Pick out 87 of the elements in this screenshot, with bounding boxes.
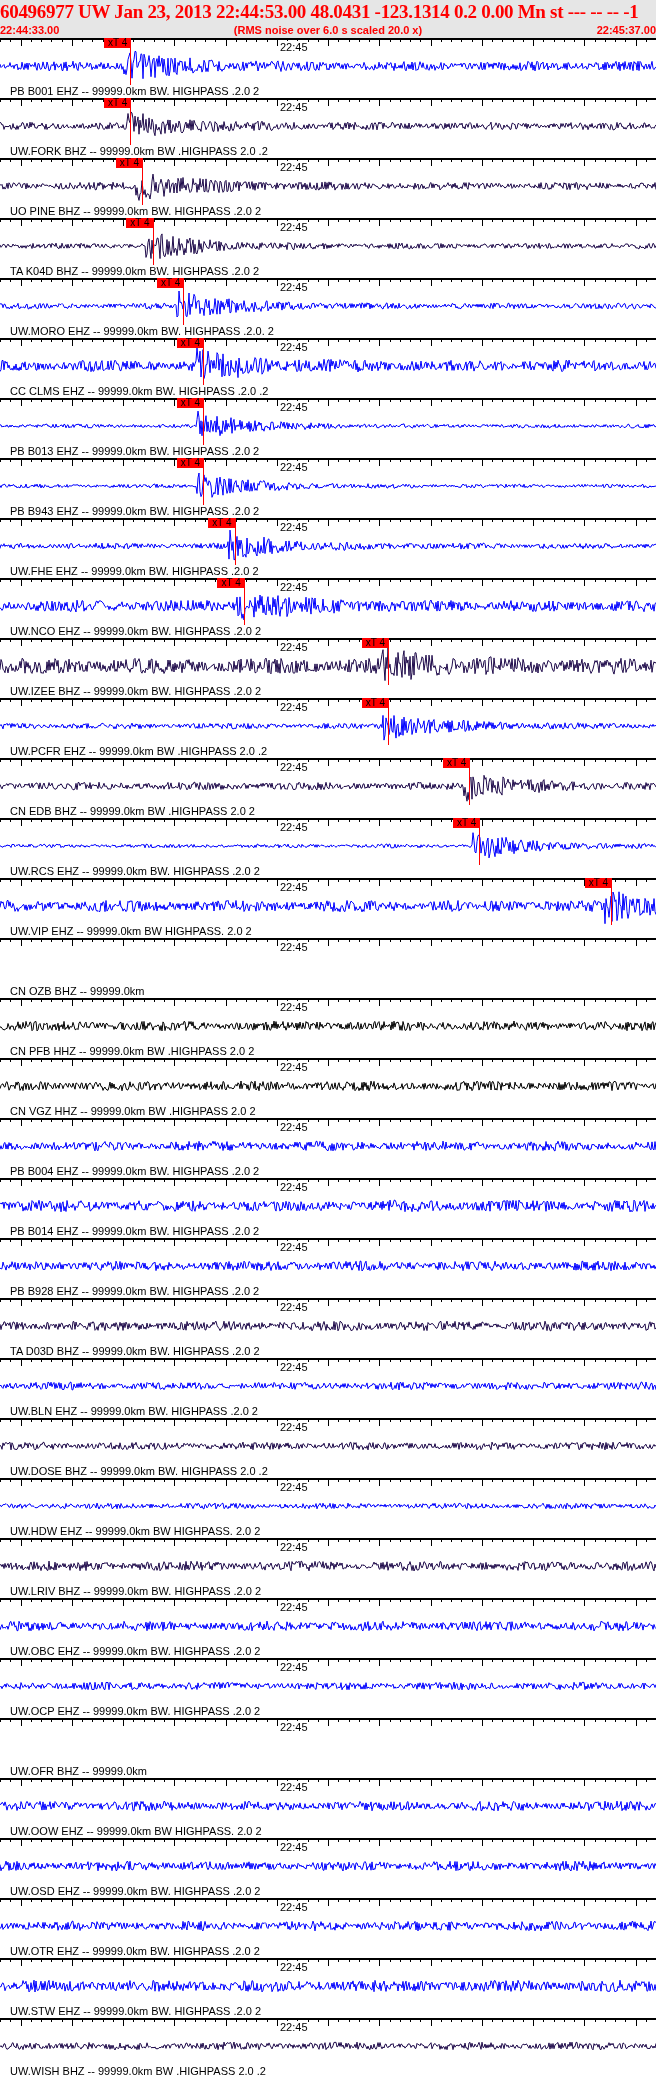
time-label: 22:45 [280, 1961, 308, 1973]
time-label: 22:45 [280, 161, 308, 173]
station-label: PB B943 EHZ -- 99999.0km BW. HIGHPASS .2.0 2 [10, 505, 260, 517]
station-label: PB B014 EHZ -- 99999.0km BW. HIGHPASS .2.0 2 [10, 1225, 260, 1237]
time-label: 22:45 [280, 1301, 308, 1313]
station-label: UW.NCO EHZ -- 99999.0km BW. HIGHPASS .2.0 2 [10, 625, 262, 637]
time-label: 22:45 [280, 1361, 308, 1373]
time-label: 22:45 [280, 1721, 308, 1733]
station-label: CN PFB HHZ -- 99999.0km BW .HIGHPASS 2.0 2 [10, 1045, 255, 1057]
time-label: 22:45 [280, 401, 308, 413]
station-label: PB B001 EHZ -- 99999.0km BW. HIGHPASS .2.0 2 [10, 85, 260, 97]
station-label: UW.BLN EHZ -- 99999.0km BW. HIGHPASS .2.0 2 [10, 1405, 258, 1417]
time-label: 22:45 [280, 221, 308, 233]
station-label: UW.HDW EHZ -- 99999.0km BW HIGHPASS. 2.0 2 [10, 1525, 261, 1537]
station-label: UW.FORK BHZ -- 99999.0km BW .HIGHPASS 2.0 .2 [10, 145, 268, 157]
pick-flag: xT 4 [443, 758, 471, 768]
time-label: 22:45 [280, 881, 308, 893]
time-label: 22:45 [280, 761, 308, 773]
station-label: UW.OTR EHZ -- 99999.0km BW. HIGHPASS .2.0 2 [10, 1945, 260, 1957]
time-label: 22:45 [280, 281, 308, 293]
station-label: UW.IZEE BHZ -- 99999.0km BW. HIGHPASS .2.0 2 [10, 685, 262, 697]
station-label: CC CLMS EHZ -- 99999.0km BW. HIGHPASS .2.0 .2 [10, 385, 269, 397]
station-label: CN EDB BHZ -- 99999.0km BW .HIGHPASS 2.0 2 [10, 805, 255, 817]
time-label: 22:45 [280, 1181, 308, 1193]
pick-flag: xT 4 [103, 98, 132, 108]
station-label: UW.DOSE BHZ -- 99999.0km BW. HIGHPASS 2.0 .2 [10, 1465, 268, 1477]
pick-flag: xT 4 [452, 818, 481, 828]
rms-note: (RMS noise over 6.0 s scaled 20.0 x) [233, 23, 423, 37]
station-label: UW.OFR BHZ -- 99999.0km [10, 1765, 147, 1777]
station-label: UW.VIP EHZ -- 99999.0km BW HIGHPASS. 2.0 2 [10, 925, 252, 937]
pick-flag: xT 4 [208, 518, 236, 528]
end-time: 22:45:37.00 [596, 23, 656, 37]
event-title: 60496977 UW Jan 23, 2013 22:44:53.00 48.0431 -123.1314 0.2 0.00 Mn st --- -- -- -1 [0, 0, 640, 23]
time-label: 22:45 [280, 101, 308, 113]
station-label: TA K04D BHZ -- 99999.0km BW. HIGHPASS .2.0 2 [10, 265, 259, 277]
pick-flag: xT 4 [126, 218, 154, 228]
time-label: 22:45 [280, 1421, 308, 1433]
station-label: UW.FHE EHZ -- 99999.0km BW. HIGHPASS .2.0 2 [10, 565, 259, 577]
time-label: 22:45 [280, 1241, 308, 1253]
time-label: 22:45 [280, 1661, 308, 1673]
station-label: TA D03D BHZ -- 99999.0km BW. HIGHPASS .2.0 2 [10, 1345, 260, 1357]
station-label: PB B004 EHZ -- 99999.0km BW. HIGHPASS .2.0 2 [10, 1165, 260, 1177]
station-label: PB B013 EHZ -- 99999.0km BW. HIGHPASS .2.0 2 [10, 445, 260, 457]
pick-flag: xT 4 [176, 338, 205, 348]
pick-flag: xT 4 [176, 458, 205, 468]
time-label: 22:45 [280, 701, 308, 713]
time-label: 22:45 [280, 1061, 308, 1073]
station-label: UW.OBC EHZ -- 99999.0km BW. HIGHPASS .2.0 2 [10, 1645, 261, 1657]
station-label: UW.OCP EHZ -- 99999.0km BW. HIGHPASS .2.0 2 [10, 1705, 261, 1717]
time-label: 22:45 [280, 1001, 308, 1013]
time-label: 22:45 [280, 341, 308, 353]
time-label: 22:45 [280, 1121, 308, 1133]
station-label: UW.RCS EHZ -- 99999.0km BW. HIGHPASS .2.0 2 [10, 865, 260, 877]
time-label: 22:45 [280, 2021, 308, 2033]
station-label: UW.OSD EHZ -- 99999.0km BW. HIGHPASS .2.0 2 [10, 1885, 261, 1897]
time-label: 22:45 [280, 1541, 308, 1553]
station-label: CN VGZ HHZ -- 99999.0km BW .HIGHPASS 2.0 2 [10, 1105, 256, 1117]
time-label: 22:45 [280, 941, 308, 953]
pick-flag: xT 4 [115, 158, 143, 168]
time-label: 22:45 [280, 461, 308, 473]
station-label: UO PINE BHZ -- 99999.0km BW. HIGHPASS .2.0 2 [10, 205, 262, 217]
pick-flag: xT 4 [361, 698, 389, 708]
station-label: UW.OOW EHZ -- 99999.0km BW HIGHPASS. 2.0 2 [10, 1825, 262, 1837]
start-time: 22:44:33.00 [0, 23, 60, 37]
time-label: 22:45 [280, 641, 308, 653]
time-label: 22:45 [280, 1601, 308, 1613]
station-label: UW.STW EHZ -- 99999.0km BW. HIGHPASS .2.0 2 [10, 2005, 262, 2017]
pick-flag: xT 4 [361, 638, 389, 648]
station-label: CN OZB BHZ -- 99999.0km [10, 985, 145, 997]
pick-flag: xT 4 [103, 38, 132, 48]
time-label: 22:45 [280, 1841, 308, 1853]
station-label: UW.PCFR EHZ -- 99999.0km BW .HIGHPASS 2.0 .2 [10, 745, 268, 757]
time-label: 22:45 [280, 821, 308, 833]
time-label: 22:45 [280, 1481, 308, 1493]
time-label: 22:45 [280, 521, 308, 533]
time-label: 22:45 [280, 1781, 308, 1793]
pick-flag: xT 4 [217, 578, 245, 588]
time-label: 22:45 [280, 581, 308, 593]
station-label: UW.WISH BHZ -- 99999.0km BW .HIGHPASS 2.0 .2 [10, 2065, 266, 2077]
pick-flag: xT 4 [176, 398, 205, 408]
station-label: UW.LRIV BHZ -- 99999.0km BW. HIGHPASS .2.0 2 [10, 1585, 262, 1597]
time-label: 22:45 [280, 1901, 308, 1913]
pick-flag: xT 4 [584, 878, 613, 888]
station-label: PB B928 EHZ -- 99999.0km BW. HIGHPASS .2.0 2 [10, 1285, 260, 1297]
time-label: 22:45 [280, 41, 308, 53]
station-label: UW.MORO EHZ -- 99999.0km BW. HIGHPASS .2.0. 2 [10, 325, 274, 337]
pick-flag: xT 4 [157, 278, 185, 288]
